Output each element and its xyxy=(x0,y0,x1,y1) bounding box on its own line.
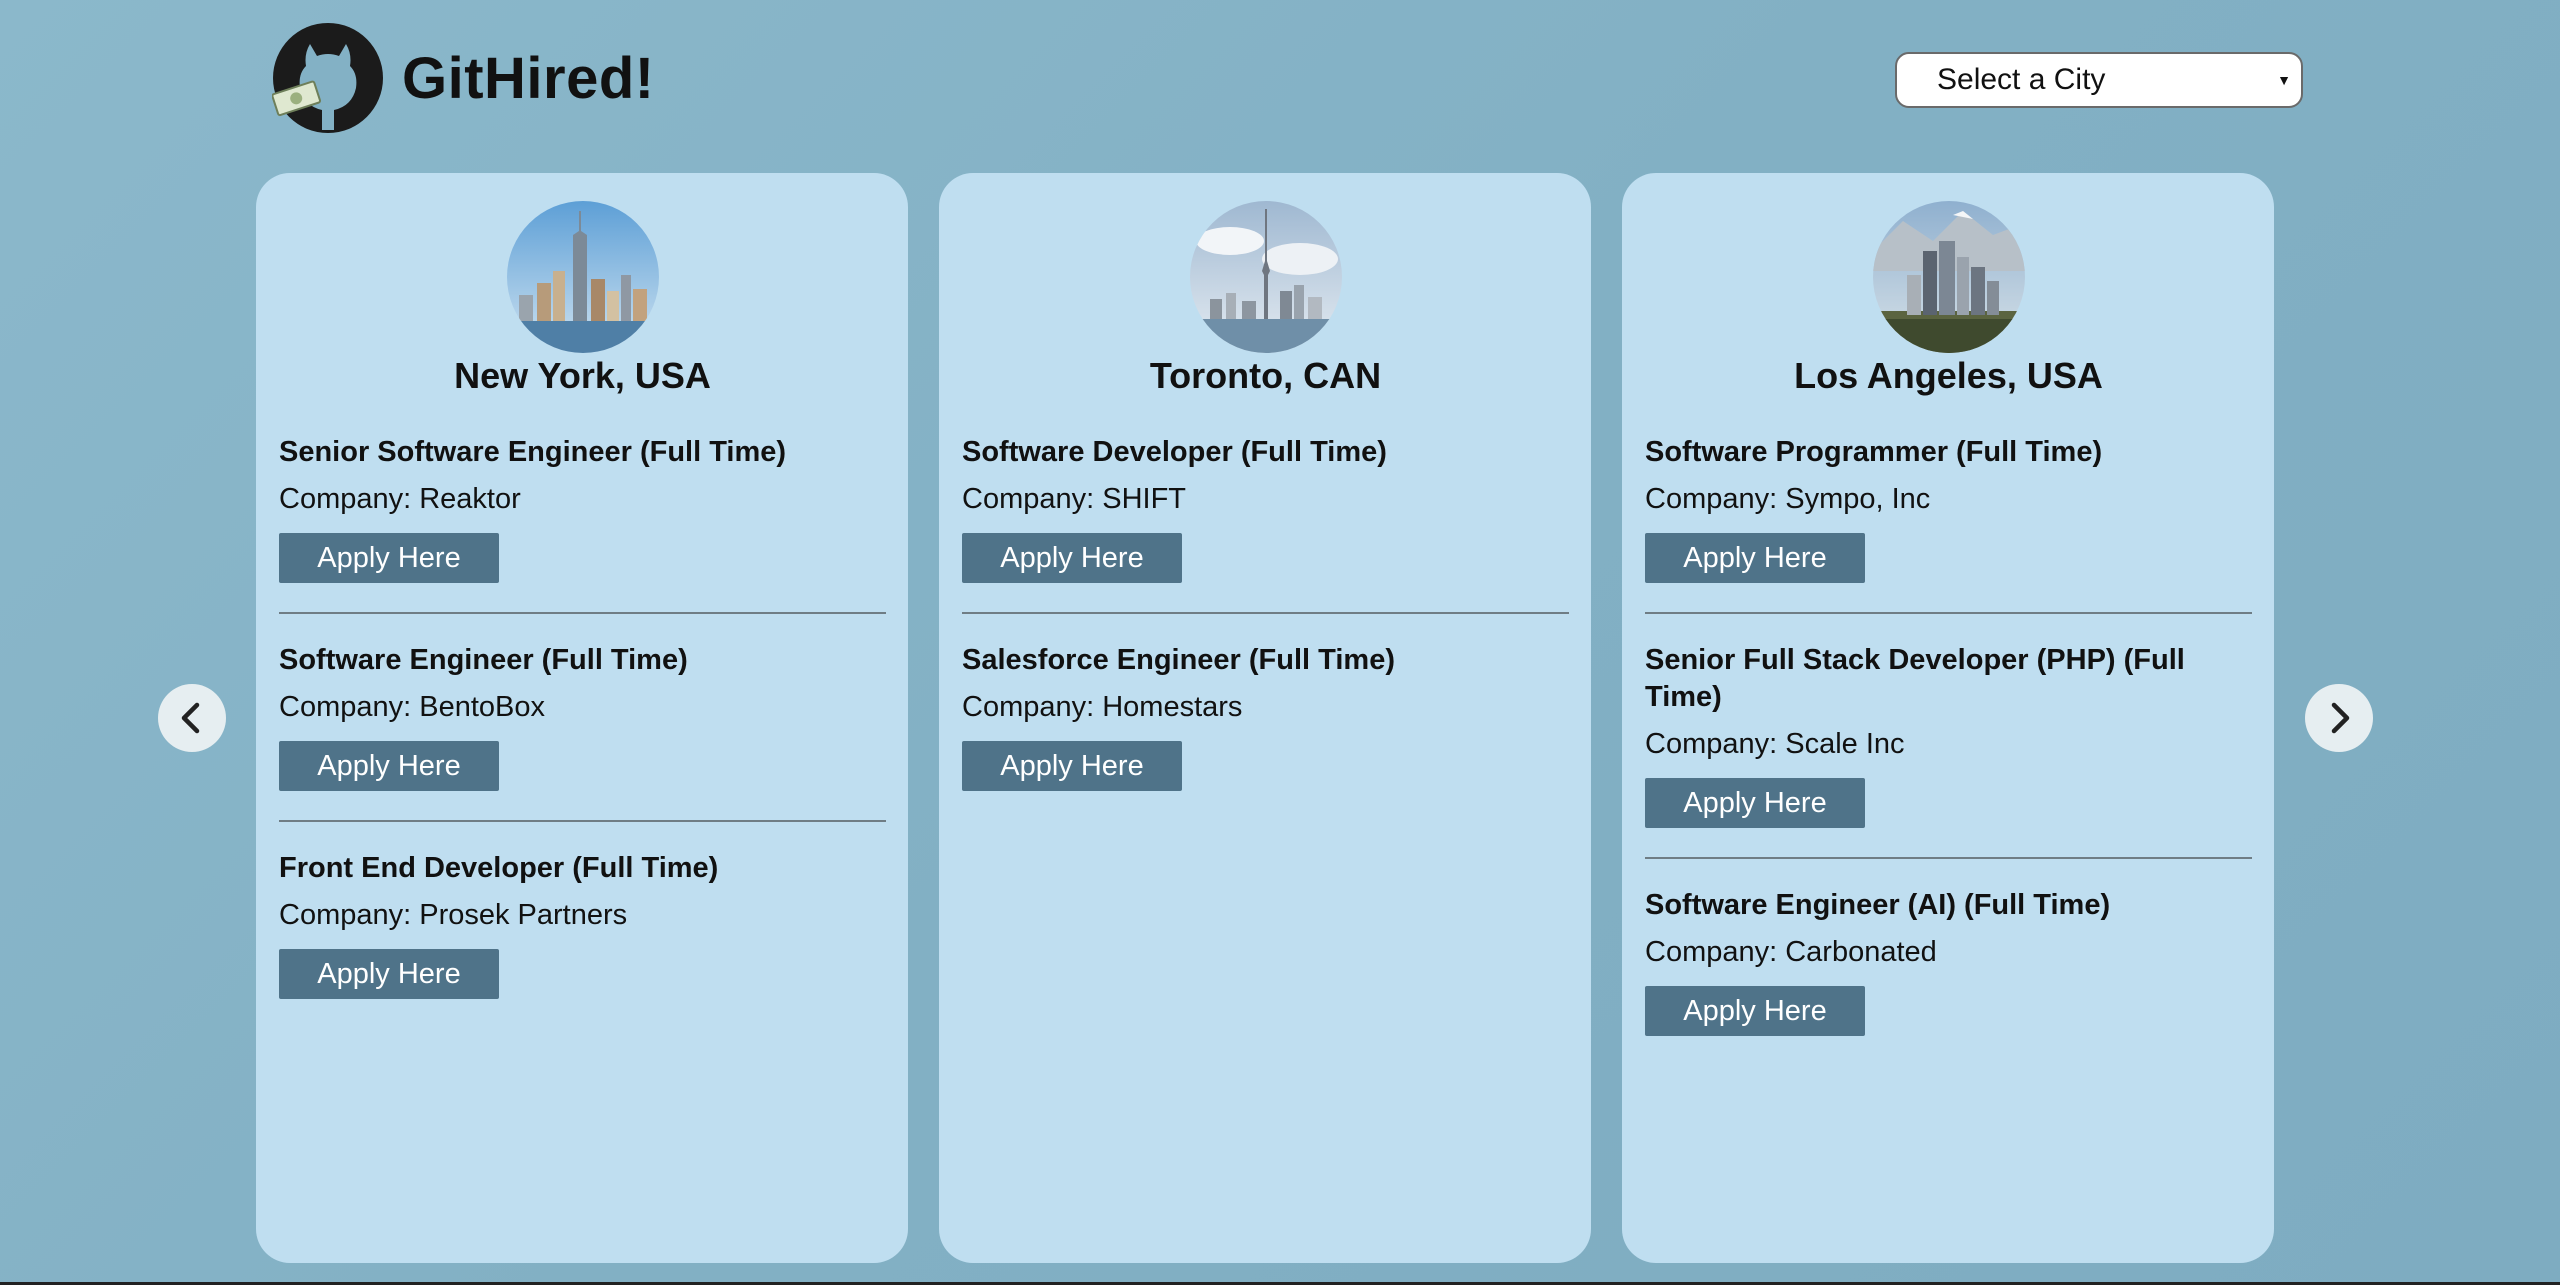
apply-button[interactable]: Apply Here xyxy=(962,741,1182,791)
city-card-toronto: Toronto, CAN Software Developer (Full Ti… xyxy=(939,173,1591,1263)
brand-title: GitHired! xyxy=(402,45,655,111)
job-company: Company: Prosek Partners xyxy=(279,899,628,931)
job-listing: Software Developer (Full Time) Company: … xyxy=(962,420,1569,612)
job-title: Front End Developer (Full Time) xyxy=(279,852,719,884)
job-listing: Senior Software Engineer (Full Time) Com… xyxy=(279,420,886,612)
job-title: Software Developer (Full Time) xyxy=(962,436,1387,468)
job-title: Salesforce Engineer (Full Time) xyxy=(962,644,1395,676)
job-company: Company: BentoBox xyxy=(279,691,545,723)
apply-button[interactable]: Apply Here xyxy=(279,533,499,583)
apply-button[interactable]: Apply Here xyxy=(1645,778,1865,828)
city-card-new-york: New York, USA Senior Software Engineer (… xyxy=(256,173,908,1263)
job-company: Company: Reaktor xyxy=(279,483,521,515)
carousel-next-button[interactable] xyxy=(2305,684,2373,752)
job-company: Company: Carbonated xyxy=(1645,936,1937,968)
city-photo-los-angeles xyxy=(1872,201,2025,353)
apply-button[interactable]: Apply Here xyxy=(279,741,499,791)
job-title: Senior Full Stack Developer (PHP) (Full … xyxy=(1645,644,2185,713)
chevron-right-icon xyxy=(2331,702,2350,734)
city-card-los-angeles: Los Angeles, USA Software Programmer (Fu… xyxy=(1622,173,2274,1263)
city-photo-toronto xyxy=(1189,201,1342,353)
city-select-value: Select a City xyxy=(1937,63,2106,96)
city-name: Los Angeles, USA xyxy=(1794,355,2103,396)
job-listing: Front End Developer (Full Time) Company:… xyxy=(279,820,886,1028)
job-title: Senior Software Engineer (Full Time) xyxy=(279,436,787,468)
job-company: Company: Scale Inc xyxy=(1645,728,1905,760)
job-company: Company: Sympo, Inc xyxy=(1645,483,1931,515)
apply-button[interactable]: Apply Here xyxy=(279,949,499,999)
job-title: Software Programmer (Full Time) xyxy=(1645,436,2103,468)
job-title: Software Engineer (Full Time) xyxy=(279,644,688,676)
carousel-prev-button[interactable] xyxy=(158,684,226,752)
chevron-left-icon xyxy=(181,702,200,734)
city-name: Toronto, CAN xyxy=(1149,355,1382,396)
job-title: Software Engineer (AI) (Full Time) xyxy=(1645,889,2111,921)
job-listing: Senior Full Stack Developer (PHP) (Full … xyxy=(1645,612,2252,857)
job-listing: Salesforce Engineer (Full Time) Company:… xyxy=(962,612,1569,820)
city-photo-new-york xyxy=(506,201,659,353)
octocat-logo-icon[interactable] xyxy=(271,22,384,134)
apply-button[interactable]: Apply Here xyxy=(962,533,1182,583)
job-company: Company: Homestars xyxy=(962,691,1243,723)
apply-button[interactable]: Apply Here xyxy=(1645,986,1865,1036)
apply-button[interactable]: Apply Here xyxy=(1645,533,1865,583)
city-name: New York, USA xyxy=(454,355,711,396)
job-listing: Software Engineer (Full Time) Company: B… xyxy=(279,612,886,820)
job-company: Company: SHIFT xyxy=(962,483,1186,515)
job-listing: Software Engineer (AI) (Full Time) Compa… xyxy=(1645,857,2252,1065)
job-listing: Software Programmer (Full Time) Company:… xyxy=(1645,420,2252,612)
city-select[interactable]: Select a City ▼ xyxy=(1895,52,2303,108)
dropdown-caret-icon: ▼ xyxy=(2277,72,2291,88)
header: GitHired! xyxy=(271,22,655,134)
